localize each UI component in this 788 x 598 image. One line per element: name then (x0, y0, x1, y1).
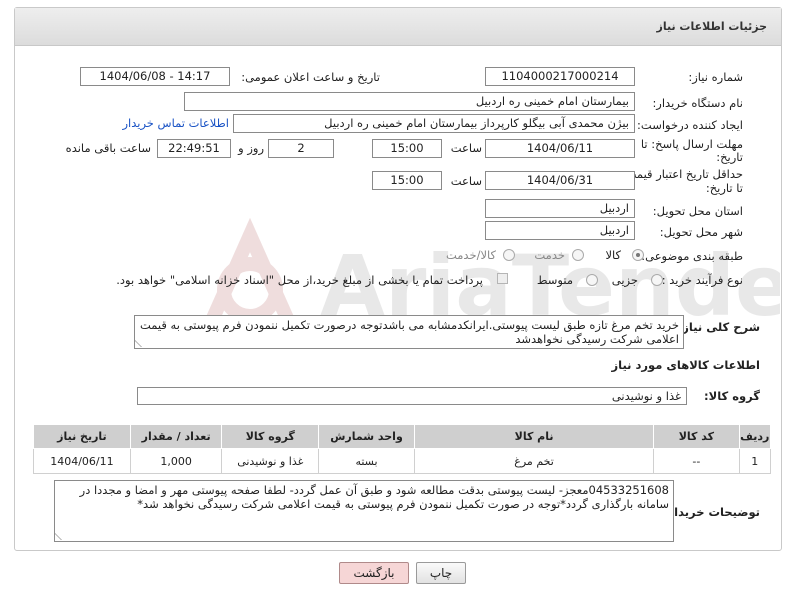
purchase-option-medium: متوسط (536, 273, 573, 287)
buyer-contact-link[interactable]: اطلاعات تماس خریدار (122, 116, 229, 130)
price-validity-time-label: ساعت (450, 174, 482, 188)
remaining-time-field[interactable]: 22:49:51 (157, 139, 231, 158)
goods-table-header: ردیف کد کالا نام کالا واحد شمارش گروه کا… (33, 424, 772, 449)
province-label: استان محل تحویل: (652, 204, 743, 218)
requester-label: ایجاد کننده درخواست: (637, 118, 743, 132)
goods-group-field[interactable]: غذا و نوشیدنی (137, 387, 687, 405)
reply-deadline-label: مهلت ارسال پاسخ: تا (640, 137, 743, 151)
need-number-field[interactable]: 1104000217000214 (485, 67, 635, 86)
reply-deadline-label-2: تاریخ: (716, 150, 743, 164)
col-goods-name: نام کالا (413, 424, 655, 449)
need-number-label: شماره نیاز: (688, 70, 743, 84)
goods-section-title: اطلاعات کالاهای مورد نیاز (611, 358, 760, 372)
category-label: طبقه بندی موضوعی: (641, 249, 743, 263)
col-unit: واحد شمارش (318, 424, 415, 449)
col-need-date: تاریخ نیاز (33, 424, 131, 449)
announce-label: تاریخ و ساعت اعلان عمومی: (241, 70, 380, 84)
category-option-service: خدمت (534, 248, 565, 262)
description-text: خرید تخم مرغ تازه طبق لیست پیوستی.ایرانک… (139, 318, 679, 346)
page-title: جزئیات اطلاعات نیاز (656, 20, 768, 33)
resize-grip-icon[interactable] (55, 532, 69, 540)
price-validity-label-2: تا تاریخ: (705, 181, 743, 195)
purchase-radio-medium[interactable] (586, 274, 598, 286)
description-label: شرح کلی نیاز: (677, 320, 760, 334)
city-field[interactable]: اردبیل (485, 221, 635, 240)
col-goods-code: کد کالا (653, 424, 740, 449)
remaining-time-label: ساعت باقی مانده (65, 141, 151, 155)
buyer-org-label: نام دستگاه خریدار: (652, 96, 743, 110)
price-validity-time-field[interactable]: 15:00 (372, 171, 442, 190)
goods-group-label: گروه کالا: (704, 389, 760, 403)
reply-date-field[interactable]: 1404/06/11 (485, 139, 635, 158)
buyer-notes-field[interactable]: 04533251608معجز- لیست پیوستی بدقت مطالعه… (54, 480, 674, 542)
goods-table: ردیف کد کالا نام کالا واحد شمارش گروه کا… (33, 424, 772, 474)
reply-time-label: ساعت (450, 141, 482, 155)
col-row-number: ردیف (738, 424, 772, 449)
cell-goods-group: غذا و نوشیدنی (221, 448, 320, 474)
cell-row-number: 1 (738, 448, 772, 474)
panel-header: جزئیات اطلاعات نیاز (15, 8, 781, 46)
days-label: روز و (238, 141, 264, 155)
description-field[interactable]: خرید تخم مرغ تازه طبق لیست پیوستی.ایرانک… (134, 315, 684, 349)
cell-quantity: 1,000 (129, 448, 223, 474)
col-goods-group: گروه کالا (221, 424, 320, 449)
purchase-radio-partial[interactable] (651, 274, 663, 286)
buyer-notes-label: توضیحات خریدار: (662, 505, 760, 519)
purchase-type-label: نوع فرآیند خرید : (661, 273, 743, 287)
category-option-goods-service: کالا/خدمت (445, 248, 496, 262)
announce-field[interactable]: 1404/06/08 - 14:17 (80, 67, 230, 86)
back-button[interactable]: بازگشت (339, 562, 409, 584)
remaining-days-field[interactable]: 2 (268, 139, 334, 158)
province-field[interactable]: اردبیل (485, 199, 635, 218)
treasury-payment-checkbox[interactable] (497, 273, 508, 284)
requester-field[interactable]: بیژن محمدی آبی بیگلو کارپرداز بیمارستان … (233, 114, 635, 133)
print-button[interactable]: چاپ (416, 562, 466, 584)
price-validity-date-field[interactable]: 1404/06/31 (485, 171, 635, 190)
purchase-option-partial: جزیی (611, 273, 638, 287)
category-radio-goods[interactable] (632, 249, 644, 261)
city-label: شهر محل تحویل: (659, 225, 743, 239)
resize-grip-icon[interactable] (135, 339, 149, 347)
category-radio-goods-service[interactable] (503, 249, 515, 261)
treasury-payment-note: پرداخت تمام یا بخشی از مبلغ خرید،از محل … (116, 273, 483, 287)
cell-unit: بسته (318, 448, 415, 474)
category-option-goods: کالا (605, 248, 621, 262)
cell-need-date: 1404/06/11 (33, 448, 131, 474)
cell-goods-code: -- (653, 448, 740, 474)
col-quantity: تعداد / مقدار (129, 424, 223, 449)
price-validity-label: حداقل تاریخ اعتبار قیمت: (621, 167, 743, 181)
reply-time-field[interactable]: 15:00 (372, 139, 442, 158)
table-row[interactable]: 1 -- تخم مرغ بسته غذا و نوشیدنی 1,000 14… (33, 448, 772, 474)
category-radio-service[interactable] (572, 249, 584, 261)
buyer-notes-text: 04533251608معجز- لیست پیوستی بدقت مطالعه… (79, 483, 669, 511)
cell-goods-name: تخم مرغ (413, 448, 655, 474)
buyer-org-field[interactable]: بیمارستان امام خمینی ره اردبیل (184, 92, 635, 111)
